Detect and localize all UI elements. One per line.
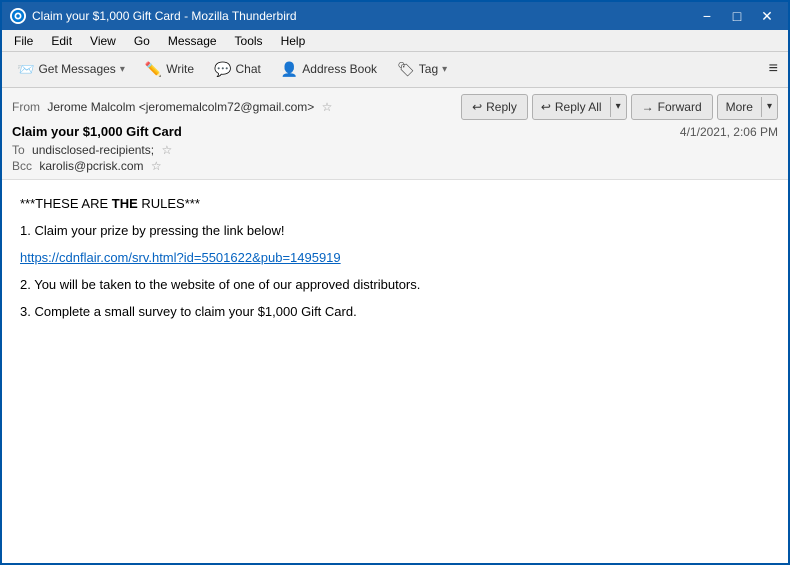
menu-message[interactable]: Message — [160, 32, 225, 50]
to-line: To undisclosed-recipients; ☆ — [12, 143, 778, 157]
email-subject: Claim your $1,000 Gift Card — [12, 124, 182, 139]
to-label: To — [12, 143, 25, 157]
bcc-line: Bcc karolis@pcrisk.com ☆ — [12, 159, 778, 173]
more-dropdown-icon[interactable]: ▾ — [762, 98, 777, 115]
titlebar: Claim your $1,000 Gift Card - Mozilla Th… — [2, 2, 788, 30]
reply-icon: ↩ — [472, 100, 482, 114]
forward-button[interactable]: → Forward — [631, 94, 713, 120]
window-controls: − □ ✕ — [694, 6, 780, 26]
email-date: 4/1/2021, 2:06 PM — [680, 125, 778, 139]
close-button[interactable]: ✕ — [754, 6, 780, 26]
address-book-icon: 👤 — [281, 61, 298, 78]
body-link[interactable]: https://cdnflair.com/srv.html?id=5501622… — [20, 250, 770, 265]
bcc-label: Bcc — [12, 159, 32, 173]
hamburger-menu-icon[interactable]: ≡ — [765, 56, 782, 82]
body-line4: 3. Complete a small survey to claim your… — [20, 304, 770, 319]
menu-tools[interactable]: Tools — [227, 32, 271, 50]
forward-icon: → — [642, 100, 654, 114]
reply-all-button[interactable]: ↩ Reply All — [533, 97, 611, 117]
reply-all-split-button[interactable]: ↩ Reply All ▾ — [532, 94, 627, 120]
email-header: From Jerome Malcolm <jeromemalcolm72@gma… — [2, 88, 788, 180]
menu-file[interactable]: File — [6, 32, 41, 50]
more-split-button[interactable]: More ▾ — [717, 94, 778, 120]
window-title: Claim your $1,000 Gift Card - Mozilla Th… — [32, 9, 297, 23]
reply-all-dropdown-icon[interactable]: ▾ — [611, 98, 626, 115]
reply-button[interactable]: ↩ Reply — [461, 94, 528, 120]
body-line3: 2. You will be taken to the website of o… — [20, 277, 770, 292]
maximize-button[interactable]: □ — [724, 6, 750, 26]
bcc-star-icon[interactable]: ☆ — [151, 159, 162, 173]
chat-button[interactable]: 💬 Chat — [205, 55, 270, 83]
get-messages-button[interactable]: 📨 Get Messages ▾ — [8, 55, 134, 83]
menu-view[interactable]: View — [82, 32, 124, 50]
from-line: From Jerome Malcolm <jeromemalcolm72@gma… — [12, 100, 332, 114]
write-icon: ✏️ — [145, 61, 162, 78]
email-link[interactable]: https://cdnflair.com/srv.html?id=5501622… — [20, 250, 341, 265]
get-messages-icon: 📨 — [17, 61, 34, 78]
menu-edit[interactable]: Edit — [43, 32, 80, 50]
body-line1: ***THESE ARE THE RULES*** — [20, 196, 770, 211]
tag-dropdown-icon[interactable]: ▾ — [442, 64, 447, 75]
menu-go[interactable]: Go — [126, 32, 158, 50]
get-messages-dropdown-icon[interactable]: ▾ — [120, 64, 125, 75]
from-label: From — [12, 100, 40, 114]
body-line2: 1. Claim your prize by pressing the link… — [20, 223, 770, 238]
tag-button[interactable]: 🏷 Tag ▾ — [388, 55, 456, 83]
to-star-icon[interactable]: ☆ — [161, 143, 172, 157]
sender-email: <jeromemalcolm72@gmail.com> — [139, 100, 315, 114]
sender-name: Jerome Malcolm — [47, 100, 135, 114]
menubar: File Edit View Go Message Tools Help — [2, 30, 788, 52]
minimize-button[interactable]: − — [694, 6, 720, 26]
chat-icon: 💬 — [214, 61, 231, 78]
body-line1-bold: THE — [112, 196, 138, 211]
write-button[interactable]: ✏️ Write — [136, 55, 203, 83]
to-value: undisclosed-recipients; — [32, 143, 154, 157]
sender-star-icon[interactable]: ☆ — [322, 100, 333, 114]
reply-all-icon: ↩ — [541, 100, 551, 114]
menu-help[interactable]: Help — [273, 32, 314, 50]
more-button[interactable]: More — [718, 97, 762, 117]
bcc-value: karolis@pcrisk.com — [39, 159, 143, 173]
address-book-button[interactable]: 👤 Address Book — [272, 55, 386, 83]
email-body: ***THESE ARE THE RULES*** 1. Claim your … — [2, 180, 788, 563]
tag-icon: 🏷 — [397, 61, 415, 78]
toolbar: 📨 Get Messages ▾ ✏️ Write 💬 Chat 👤 Addre… — [2, 52, 788, 88]
app-icon — [10, 8, 26, 24]
